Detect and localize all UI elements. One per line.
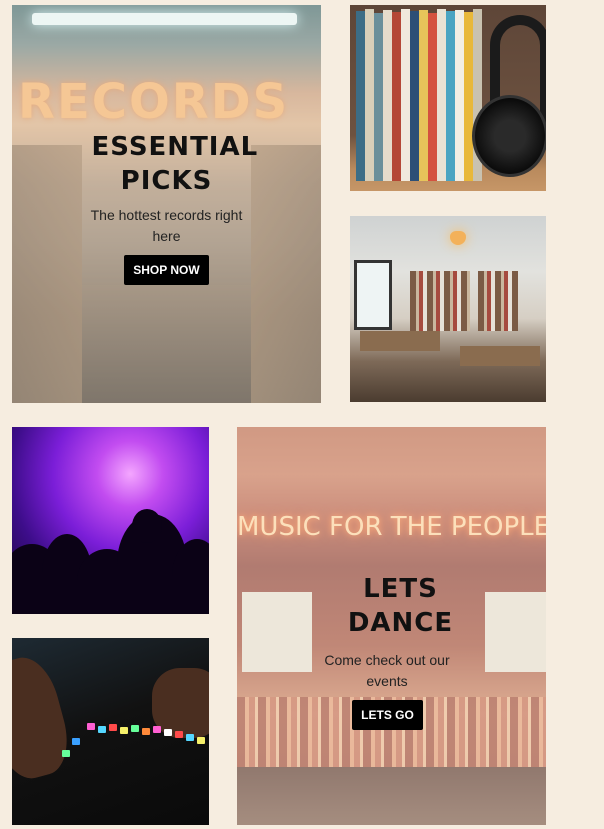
essential-picks-subtitle: The hottest records right here	[90, 207, 243, 244]
lets-go-button[interactable]: LETS GO	[352, 700, 423, 730]
dj-hand	[12, 650, 77, 786]
essential-picks-title: ESSENTIAL PICKS	[91, 132, 259, 196]
essential-picks-card: RECORDS ESSENTIAL PICKS The hottest reco…	[12, 5, 321, 403]
record-table	[360, 331, 440, 351]
dj-controller-photo	[12, 638, 209, 825]
lets-dance-title: LETS DANCE	[347, 574, 454, 638]
essential-picks-content: ESSENTIAL PICKS The hottest records righ…	[12, 130, 321, 285]
pendant-lamp	[450, 231, 466, 245]
lets-dance-card: MUSIC FOR THE PEOPLE LETS DANCE Come che…	[237, 427, 546, 825]
record-shelf	[410, 271, 470, 331]
record-shelf	[478, 271, 518, 331]
shop-now-button[interactable]: SHOP NOW	[124, 255, 209, 285]
concert-crowd-photo	[12, 427, 209, 614]
vinyl-headphones-photo	[350, 5, 546, 191]
record-store-photo	[350, 216, 546, 402]
store-window	[354, 260, 392, 330]
lets-dance-content: LETS DANCE Come check out our events LET…	[237, 572, 546, 730]
lets-dance-subtitle: Come check out our events	[324, 652, 450, 689]
headphone-cup	[472, 95, 546, 177]
record-table	[460, 346, 540, 366]
